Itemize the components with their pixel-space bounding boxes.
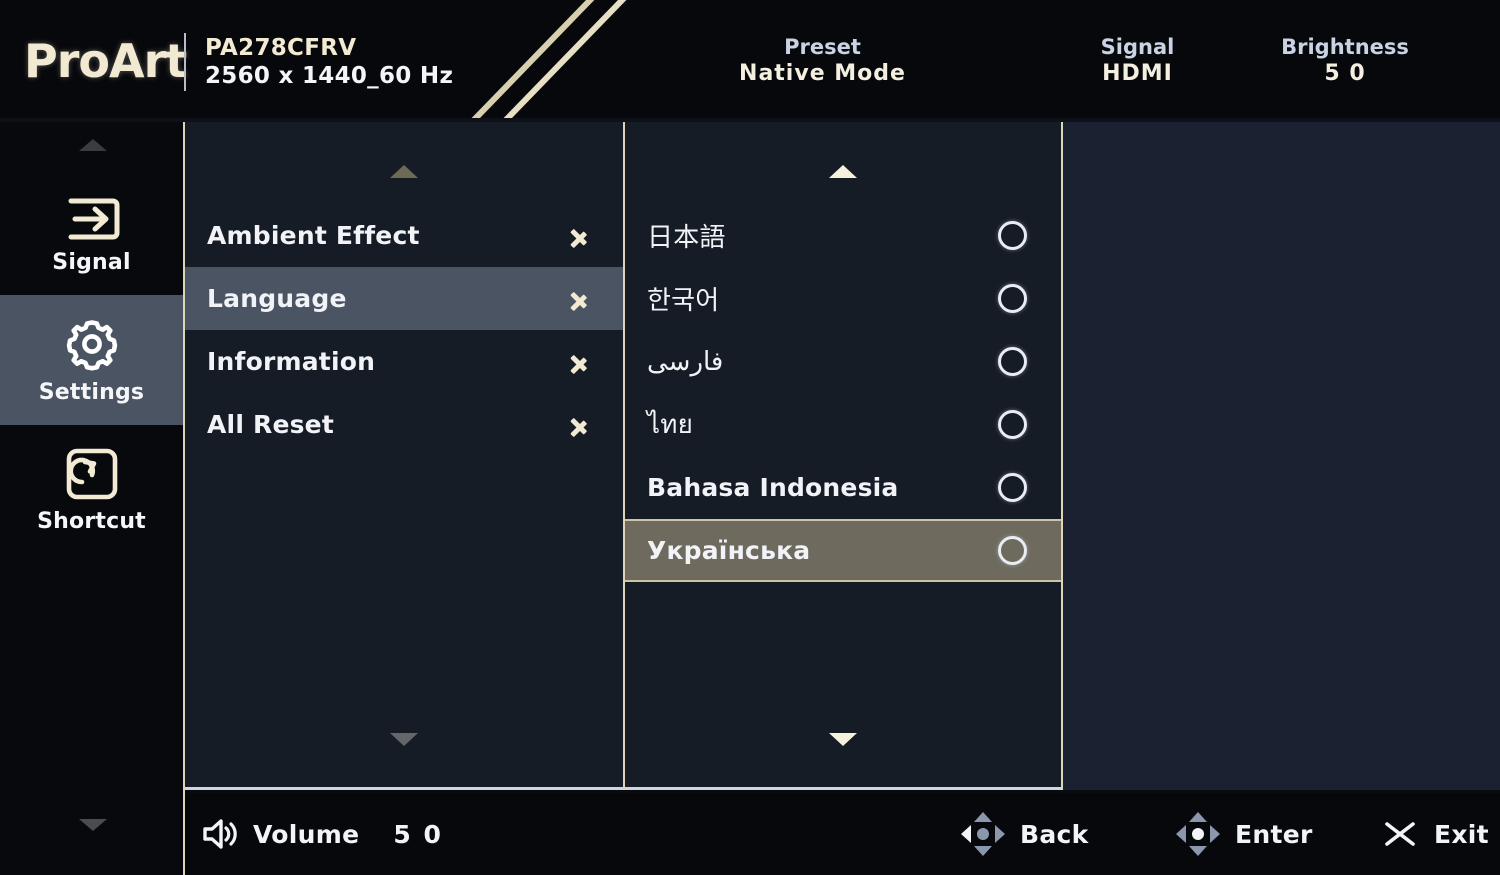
footer-exit-button[interactable]: Exit (1380, 793, 1489, 875)
back-label: Back (1020, 819, 1089, 849)
header-stat-brightness: Brightness 5 0 (1255, 34, 1435, 88)
menu-scroll-up-icon[interactable] (185, 154, 623, 188)
chevron-right-icon (571, 284, 589, 314)
footer-volume[interactable]: Volume 5 0 (199, 793, 443, 875)
language-option-label: 한국어 (647, 286, 720, 316)
language-option-label: 日本語 (647, 223, 726, 253)
language-option-label: ไทย (647, 410, 694, 440)
language-option-korean[interactable]: 한국어 (625, 267, 1061, 330)
sidebar-item-signal[interactable]: Signal (0, 170, 183, 300)
chevron-right-icon (571, 347, 589, 377)
language-option-bahasa-indonesia[interactable]: Bahasa Indonesia (625, 456, 1061, 519)
brightness-value: 5 0 (1324, 61, 1366, 87)
osd-header: ProArt PA278CFRV 2560 x 1440_60 Hz Prese… (0, 0, 1500, 122)
sidebar-item-label: Signal (52, 250, 131, 275)
header-stat-signal: Signal HDMI (1055, 34, 1220, 88)
radio-button[interactable] (998, 221, 1027, 250)
resolution-refresh: 2560 x 1440_60 Hz (205, 63, 454, 90)
nav-pad-center-icon (1175, 811, 1221, 857)
sidebar-item-settings[interactable]: Settings (0, 295, 183, 425)
language-option-ukrainian[interactable]: Українська (625, 519, 1061, 582)
nav-pad-left-icon (960, 811, 1006, 857)
chevron-right-icon (571, 410, 589, 440)
volume-label: Volume (253, 819, 360, 849)
speaker-icon (203, 819, 237, 849)
radio-button[interactable] (998, 284, 1027, 313)
model-name: PA278CFRV (205, 35, 357, 61)
radio-button[interactable] (998, 347, 1027, 376)
proart-logo: ProArt (24, 34, 187, 88)
radio-button[interactable] (998, 473, 1027, 502)
preset-label: Preset (784, 35, 861, 59)
radio-button[interactable] (998, 410, 1027, 439)
model-info: PA278CFRV 2560 x 1440_60 Hz (205, 34, 453, 90)
footer-enter-button[interactable]: Enter (1175, 793, 1313, 875)
brightness-label: Brightness (1281, 35, 1409, 59)
sidebar-scroll-up-icon[interactable] (0, 130, 185, 160)
language-option-label: Bahasa Indonesia (647, 473, 899, 502)
language-option-thai[interactable]: ไทย (625, 393, 1061, 456)
radio-button[interactable] (998, 536, 1027, 565)
menu-item-language[interactable]: Language (185, 267, 623, 330)
header-divider (184, 33, 186, 91)
footer-back-button[interactable]: Back (960, 793, 1089, 875)
osd-main-panel: Ambient Effect Language Information All … (185, 122, 1500, 790)
osd-sidebar: Signal Settings Shortcut (0, 122, 185, 875)
language-option-persian[interactable]: فارسی (625, 330, 1061, 393)
shortcut-redo-icon (66, 448, 117, 500)
signal-label: Signal (1100, 35, 1175, 59)
menu-item-label: Information (207, 347, 376, 376)
chevron-right-icon (571, 221, 589, 251)
volume-value: 5 0 (393, 819, 443, 849)
osd-footer: Volume 5 0 Back Enter Exit (185, 793, 1500, 875)
sidebar-item-shortcut[interactable]: Shortcut (0, 425, 183, 555)
sidebar-item-label: Shortcut (37, 509, 146, 534)
settings-menu-column: Ambient Effect Language Information All … (185, 122, 623, 790)
close-x-icon (1385, 822, 1415, 846)
language-scroll-down-icon[interactable] (625, 722, 1061, 756)
menu-item-all-reset[interactable]: All Reset (185, 393, 623, 456)
enter-label: Enter (1235, 819, 1313, 849)
exit-label: Exit (1434, 819, 1489, 849)
monitor-osd: ProArt PA278CFRV 2560 x 1440_60 Hz Prese… (0, 0, 1500, 875)
sidebar-scroll-down-icon[interactable] (0, 810, 185, 840)
settings-menu-list: Ambient Effect Language Information All … (185, 204, 623, 456)
menu-item-ambient-effect[interactable]: Ambient Effect (185, 204, 623, 267)
language-option-japanese[interactable]: 日本語 (625, 204, 1061, 267)
empty-preview-column (1063, 122, 1500, 790)
menu-item-label: All Reset (207, 410, 334, 439)
gear-icon (66, 320, 117, 371)
language-options-list: 日本語 한국어 فارسی ไทย Bahasa Indonesia Украї… (625, 204, 1061, 582)
menu-item-information[interactable]: Information (185, 330, 623, 393)
preset-value: Native Mode (739, 61, 906, 87)
sidebar-item-label: Settings (38, 380, 145, 405)
signal-input-icon (68, 198, 119, 240)
signal-value: HDMI (1102, 61, 1173, 87)
menu-scroll-down-icon[interactable] (185, 722, 623, 756)
menu-item-label: Language (207, 284, 347, 313)
language-list-column: 日本語 한국어 فارسی ไทย Bahasa Indonesia Украї… (625, 122, 1061, 790)
language-option-label: Українська (647, 536, 811, 565)
menu-item-label: Ambient Effect (207, 221, 420, 250)
header-stat-preset: Preset Native Mode (700, 34, 945, 88)
language-option-label: فارسی (647, 346, 724, 377)
language-scroll-up-icon[interactable] (625, 154, 1061, 188)
